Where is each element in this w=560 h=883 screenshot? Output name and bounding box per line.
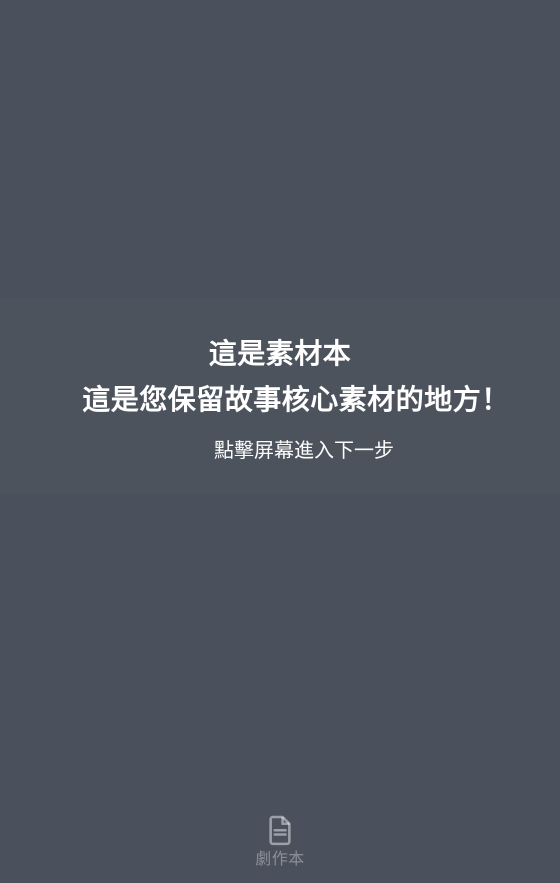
tab-script-label: 劇作本	[255, 849, 305, 868]
bottom-tab-bar: 劇作本	[0, 793, 560, 883]
document-icon	[269, 815, 291, 846]
onboarding-subtitle: 這是您保留故事核心素材的地方！	[82, 383, 510, 416]
tap-to-continue-hint: 點擊屏幕進入下一步	[214, 438, 394, 462]
onboarding-text-block: 這是素材本 這是您保留故事核心素材的地方！ 點擊屏幕進入下一步	[0, 332, 560, 464]
tab-script[interactable]: 劇作本	[235, 813, 325, 869]
onboarding-title: 這是素材本	[208, 337, 352, 370]
